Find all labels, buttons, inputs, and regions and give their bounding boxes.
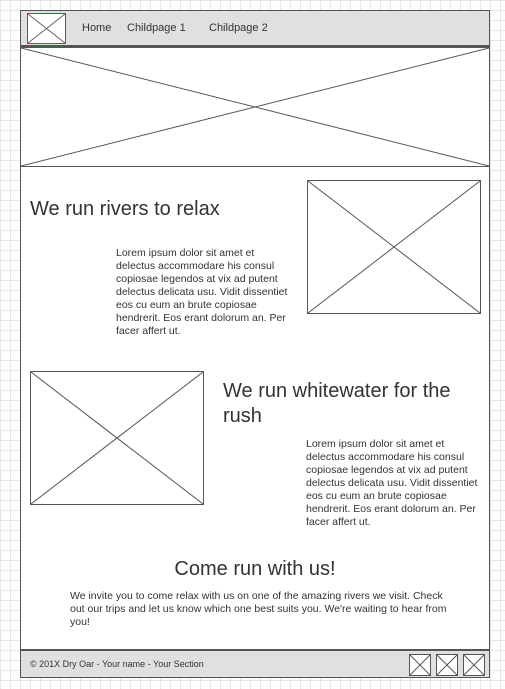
footer-copyright: © 201X Dry Oar - Your name - Your Sectio… [30,659,204,669]
nav-childpage-1[interactable]: Childpage 1 [127,22,186,34]
hero-image-placeholder [20,47,490,167]
section1-title: We run rivers to relax [30,198,220,220]
logo-placeholder-icon[interactable] [27,13,66,44]
social-icon-3[interactable] [463,654,485,676]
cta-body: We invite you to come relax with us on o… [70,590,447,628]
nav-childpage-2[interactable]: Childpage 2 [209,22,268,34]
site-footer: © 201X Dry Oar - Your name - Your Sectio… [20,649,490,678]
section2-body: Lorem ipsum dolor sit amet et delectus a… [306,438,478,528]
site-header: Home Childpage 1 Childpage 2 [20,10,490,47]
section2-image-placeholder [30,371,204,505]
cta-title: Come run with us! [174,558,336,580]
section2-title: We run whitewater for the rush [223,380,451,427]
nav-home[interactable]: Home [82,22,111,34]
section1-image-placeholder [307,180,481,314]
social-icon-1[interactable] [409,654,431,676]
social-icon-2[interactable] [436,654,458,676]
section1-body: Lorem ipsum dolor sit amet et delectus a… [116,247,288,337]
